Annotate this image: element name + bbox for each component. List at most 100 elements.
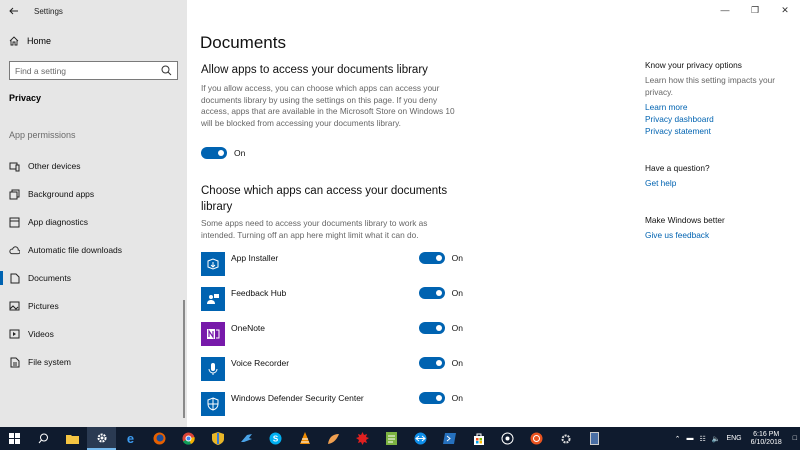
taskbar-settings-2[interactable]: [551, 427, 580, 450]
app-name: App Installer: [231, 253, 279, 263]
document-icon: [9, 273, 20, 284]
minimize-icon: —: [720, 5, 730, 15]
app-row-onenote: OneNote On: [201, 322, 463, 346]
sidebar-item-label: App diagnostics: [28, 217, 89, 227]
home-label: Home: [27, 36, 52, 46]
sidebar-item-label: Pictures: [28, 301, 59, 311]
sidebar-item-automatic-file-downloads[interactable]: Automatic file downloads: [0, 236, 187, 264]
clock-date: 6/10/2018: [750, 438, 782, 446]
sidebar-item-pictures[interactable]: Pictures: [0, 292, 187, 320]
feedback-hub-icon: [201, 287, 225, 311]
taskbar-app-bird[interactable]: [232, 427, 261, 450]
taskbar-chrome[interactable]: [174, 427, 203, 450]
sidebar-scrollbar[interactable]: [183, 300, 185, 418]
taskbar-ubuntu[interactable]: [522, 427, 551, 450]
toggle-switch[interactable]: [201, 147, 227, 159]
sidebar-item-file-system[interactable]: File system: [0, 348, 187, 376]
maple-leaf-icon: [356, 432, 369, 445]
app-access-toggle[interactable]: On: [418, 357, 463, 369]
home-icon: [9, 36, 19, 46]
network-icon[interactable]: ▬: [686, 435, 693, 442]
sidebar-item-other-devices[interactable]: Other devices: [0, 152, 187, 180]
svg-text:S: S: [273, 435, 279, 444]
get-help-link[interactable]: Get help: [645, 178, 795, 188]
sidebar-item-videos[interactable]: Videos: [0, 320, 187, 348]
toggle-switch[interactable]: [418, 322, 445, 334]
taskbar-app-device[interactable]: [580, 427, 609, 450]
restore-button[interactable]: ❐: [740, 0, 770, 20]
cloud-icon: [9, 245, 20, 256]
search-input[interactable]: Find a setting: [9, 61, 178, 80]
taskbar-store[interactable]: [464, 427, 493, 450]
show-hidden-icons[interactable]: ⌃: [675, 435, 681, 443]
choose-heading-line1: Choose which apps can access your docume…: [201, 185, 448, 197]
taskbar-media[interactable]: [493, 427, 522, 450]
sidebar-item-documents[interactable]: Documents: [0, 264, 187, 292]
back-button[interactable]: [0, 0, 28, 22]
taskbar-file-explorer[interactable]: [58, 427, 87, 450]
taskbar-powershell[interactable]: [435, 427, 464, 450]
app-installer-icon: [201, 252, 225, 276]
taskbar-settings[interactable]: [87, 427, 116, 450]
taskbar-firefox[interactable]: [145, 427, 174, 450]
taskbar-app-green[interactable]: [377, 427, 406, 450]
taskbar-app-red[interactable]: [348, 427, 377, 450]
section-label: App permissions: [9, 130, 76, 140]
allow-heading: Allow apps to access your documents libr…: [201, 64, 428, 76]
onenote-icon: [201, 322, 225, 346]
privacy-statement-link[interactable]: Privacy statement: [645, 126, 795, 136]
app-access-toggle[interactable]: On: [418, 392, 463, 404]
app-name: Voice Recorder: [231, 358, 290, 368]
taskbar-teamviewer[interactable]: [406, 427, 435, 450]
sidebar-item-background-apps[interactable]: Background apps: [0, 180, 187, 208]
app-row-voice-recorder: Voice Recorder On: [201, 357, 463, 381]
gear-icon: [561, 434, 570, 443]
app-access-toggle[interactable]: On: [418, 287, 463, 299]
privacy-dashboard-link[interactable]: Privacy dashboard: [645, 114, 795, 124]
master-access-toggle[interactable]: On: [201, 147, 245, 159]
sidebar-item-label: Automatic file downloads: [28, 245, 123, 255]
toggle-switch[interactable]: [418, 252, 445, 264]
privacy-options-heading: Know your privacy options: [645, 60, 742, 70]
teamviewer-icon: [414, 432, 427, 445]
taskbar-search-button[interactable]: [29, 427, 58, 450]
window-controls: — ❐ ✕: [710, 0, 800, 20]
taskbar-edge[interactable]: e: [116, 427, 145, 450]
taskbar-app-orange[interactable]: [319, 427, 348, 450]
taskbar-skype[interactable]: S: [261, 427, 290, 450]
give-feedback-link[interactable]: Give us feedback: [645, 230, 795, 240]
home-link[interactable]: Home: [9, 36, 51, 46]
related-info: Know your privacy options Learn how this…: [645, 60, 795, 240]
toggle-switch[interactable]: [418, 392, 445, 404]
wifi-icon[interactable]: ☷: [699, 435, 705, 443]
videos-icon: [9, 329, 20, 340]
notifications-icon[interactable]: □: [793, 435, 797, 442]
app-name: OneNote: [231, 323, 266, 333]
volume-icon[interactable]: 🔈: [712, 435, 721, 443]
toggle-state-label: On: [451, 253, 463, 263]
background-apps-icon: [9, 189, 20, 200]
sidebar-item-app-diagnostics[interactable]: App diagnostics: [0, 208, 187, 236]
language-indicator[interactable]: ENG: [726, 435, 741, 442]
toggle-switch[interactable]: [418, 287, 445, 299]
app-access-toggle[interactable]: On: [418, 252, 463, 264]
toggle-switch[interactable]: [418, 357, 445, 369]
clock[interactable]: 6:16 PM 6/10/2018: [751, 431, 782, 447]
toggle-state-label: On: [451, 288, 463, 298]
main-content: — ❐ ✕ Documents Allow apps to access you…: [187, 0, 800, 427]
privacy-options-text: Learn how this setting impacts your priv…: [645, 75, 776, 97]
allow-description: If you allow access, you can choose whic…: [201, 83, 455, 128]
vlc-icon: [299, 432, 310, 444]
learn-more-link[interactable]: Learn more: [645, 102, 795, 112]
taskbar-vlc[interactable]: [290, 427, 319, 450]
sidebar-item-label: Videos: [28, 329, 54, 339]
app-access-toggle[interactable]: On: [418, 322, 463, 334]
toggle-state-label: On: [451, 323, 463, 333]
close-button[interactable]: ✕: [770, 0, 800, 20]
start-button[interactable]: [0, 427, 29, 450]
taskbar-app-shield[interactable]: [203, 427, 232, 450]
minimize-button[interactable]: —: [710, 0, 740, 20]
ubuntu-icon: [530, 432, 543, 445]
taskbar: e S ⌃ ▬ ☷ 🔈 ENG 6:16 PM 6/10/2018 □: [0, 427, 800, 450]
file-system-icon: [9, 357, 20, 368]
